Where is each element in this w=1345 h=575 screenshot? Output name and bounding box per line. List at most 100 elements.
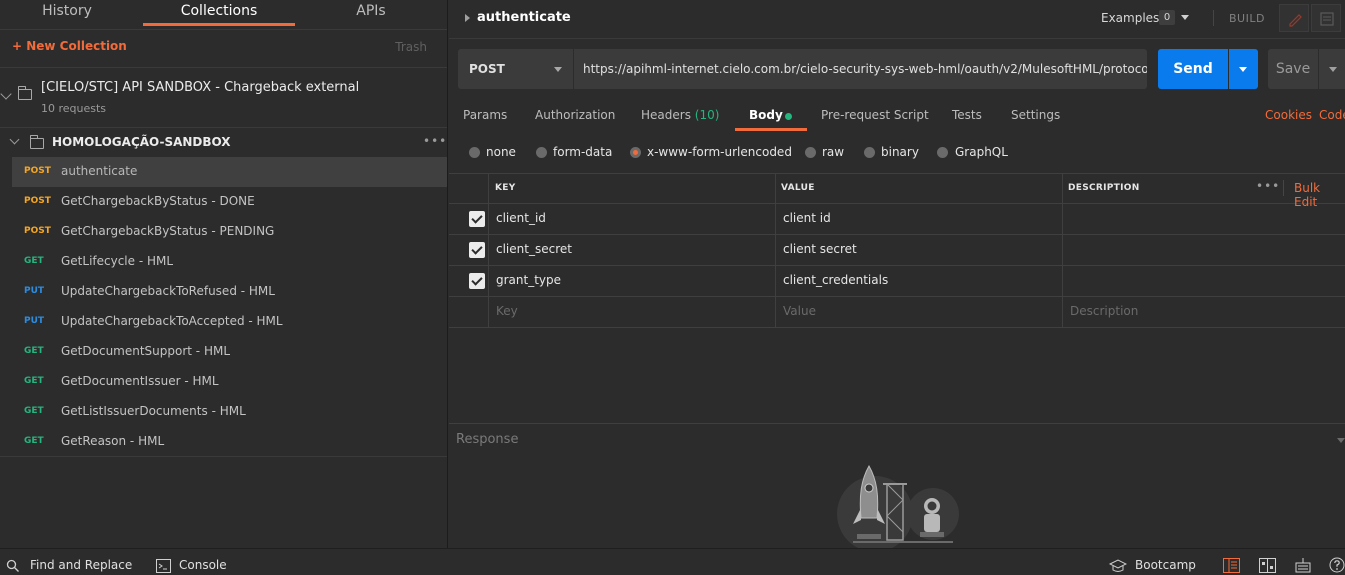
headers-count: (10) <box>694 108 720 122</box>
sidebar-tabs: History Collections APIs <box>0 0 447 30</box>
find-and-replace-button[interactable]: Find and Replace <box>30 558 132 572</box>
request-item[interactable]: PUT UpdateChargebackToAccepted - HML <box>12 307 447 337</box>
row-value[interactable]: client secret <box>783 242 857 256</box>
request-name: GetChargebackByStatus - DONE <box>61 194 255 208</box>
documentation-icon[interactable] <box>1311 4 1341 32</box>
tab-params[interactable]: Params <box>463 108 507 122</box>
radio-x-www-form-urlencoded[interactable] <box>630 147 641 158</box>
row-value[interactable]: client id <box>783 211 831 225</box>
tab-history[interactable]: History <box>12 0 122 26</box>
radio-binary[interactable] <box>864 147 875 158</box>
examples-dropdown[interactable]: Examples <box>1101 11 1159 25</box>
tab-apis[interactable]: APIs <box>320 0 422 26</box>
request-method-badge: POST <box>24 166 51 176</box>
tab-tests[interactable]: Tests <box>952 108 982 122</box>
caret-right-icon[interactable] <box>465 14 470 22</box>
radio-label: form-data <box>553 145 613 159</box>
row-key[interactable]: grant_type <box>496 273 561 287</box>
url-value: https://apihml-internet.cielo.com.br/cie… <box>583 62 1147 76</box>
radio-none[interactable] <box>469 147 480 158</box>
response-label: Response <box>456 432 519 447</box>
tab-settings[interactable]: Settings <box>1011 108 1060 122</box>
table-border <box>449 327 1345 328</box>
chevron-down-icon[interactable] <box>1337 438 1345 443</box>
more-options-icon[interactable]: ••• <box>1256 179 1280 193</box>
table-border <box>449 296 1345 297</box>
row-key[interactable]: client_id <box>496 211 546 225</box>
request-name: UpdateChargebackToAccepted - HML <box>61 314 283 328</box>
column-header-key: KEY <box>495 183 516 193</box>
request-item[interactable]: GET GetListIssuerDocuments - HML <box>12 397 447 427</box>
divider <box>0 127 447 128</box>
bootcamp-button[interactable]: Bootcamp <box>1135 558 1196 572</box>
request-name: GetLifecycle - HML <box>61 254 174 268</box>
send-options-button[interactable] <box>1229 49 1258 89</box>
radio-raw[interactable] <box>805 147 816 158</box>
chevron-down-icon <box>9 134 20 145</box>
save-button[interactable]: Save <box>1268 49 1318 89</box>
tab-headers[interactable]: Headers (10) <box>641 108 719 122</box>
request-name: GetReason - HML <box>61 434 165 448</box>
divider <box>1283 180 1284 196</box>
tab-prerequest-script[interactable]: Pre-request Script <box>821 108 929 122</box>
chevron-down-icon <box>0 88 12 100</box>
row-value[interactable]: client_credentials <box>783 273 888 287</box>
cookies-link[interactable]: Cookies <box>1265 108 1312 122</box>
radio-form-data[interactable] <box>536 147 547 158</box>
edit-icon[interactable] <box>1279 4 1309 32</box>
more-options-icon[interactable]: ••• <box>423 134 447 148</box>
request-item[interactable]: POST authenticate <box>12 157 447 187</box>
graduation-cap-icon[interactable] <box>1109 559 1127 573</box>
request-item[interactable]: GET GetDocumentIssuer - HML <box>12 367 447 397</box>
rocket-launch-illustration <box>837 464 959 548</box>
new-collection-button[interactable]: + New Collection <box>12 39 127 53</box>
request-name: GetListIssuerDocuments - HML <box>61 404 246 418</box>
request-item[interactable]: GET GetLifecycle - HML <box>12 247 447 277</box>
key-input[interactable]: Key <box>496 304 518 318</box>
build-mode-label[interactable]: BUILD <box>1229 12 1265 25</box>
radio-label: GraphQL <box>955 145 1008 159</box>
tab-authorization[interactable]: Authorization <box>535 108 615 122</box>
value-input[interactable]: Value <box>783 304 816 318</box>
tab-collections[interactable]: Collections <box>143 0 295 26</box>
bulk-edit-link[interactable]: Bulk Edit <box>1294 181 1345 209</box>
search-icon[interactable] <box>6 559 20 573</box>
status-bar: Find and Replace Console Bootcamp <box>0 548 1345 575</box>
response-divider[interactable] <box>449 423 1345 424</box>
request-item[interactable]: POST GetChargebackByStatus - PENDING <box>12 217 447 247</box>
chevron-down-icon[interactable] <box>1181 15 1189 20</box>
request-method-badge: GET <box>24 256 44 266</box>
request-name: GetDocumentSupport - HML <box>61 344 231 358</box>
trash-button[interactable]: Trash <box>395 40 427 54</box>
tab-body[interactable]: Body <box>749 108 783 122</box>
row-checkbox[interactable] <box>469 211 485 227</box>
request-method-badge: GET <box>24 376 44 386</box>
help-icon[interactable] <box>1329 557 1345 573</box>
request-item[interactable]: POST GetChargebackByStatus - DONE <box>12 187 447 217</box>
divider <box>449 38 1345 39</box>
code-link[interactable]: Code <box>1319 108 1345 122</box>
request-item[interactable]: PUT UpdateChargebackToRefused - HML <box>12 277 447 307</box>
console-button[interactable]: Console <box>179 558 227 572</box>
row-checkbox[interactable] <box>469 273 485 289</box>
chevron-down-icon <box>1329 67 1337 72</box>
method-select[interactable]: POST <box>458 49 573 89</box>
radio-label: none <box>486 145 516 159</box>
send-button[interactable]: Send <box>1158 49 1228 89</box>
request-name: GetChargebackByStatus - PENDING <box>61 224 275 238</box>
radio-graphql[interactable] <box>937 147 948 158</box>
save-options-button[interactable] <box>1319 49 1345 89</box>
request-title[interactable]: authenticate <box>477 10 571 25</box>
row-checkbox[interactable] <box>469 242 485 258</box>
url-input[interactable]: https://apihml-internet.cielo.com.br/cie… <box>574 49 1147 89</box>
grid-view-icon[interactable] <box>1259 558 1276 573</box>
request-item[interactable]: GET GetDocumentSupport - HML <box>12 337 447 367</box>
console-icon[interactable] <box>156 559 171 573</box>
row-key[interactable]: client_secret <box>496 242 572 256</box>
request-item[interactable]: GET GetReason - HML <box>12 427 447 457</box>
radio-label: binary <box>881 145 919 159</box>
keyboard-shortcuts-icon[interactable] <box>1295 557 1311 573</box>
chevron-down-icon <box>554 67 562 72</box>
two-pane-view-icon[interactable] <box>1223 558 1240 573</box>
description-input[interactable]: Description <box>1070 304 1138 318</box>
